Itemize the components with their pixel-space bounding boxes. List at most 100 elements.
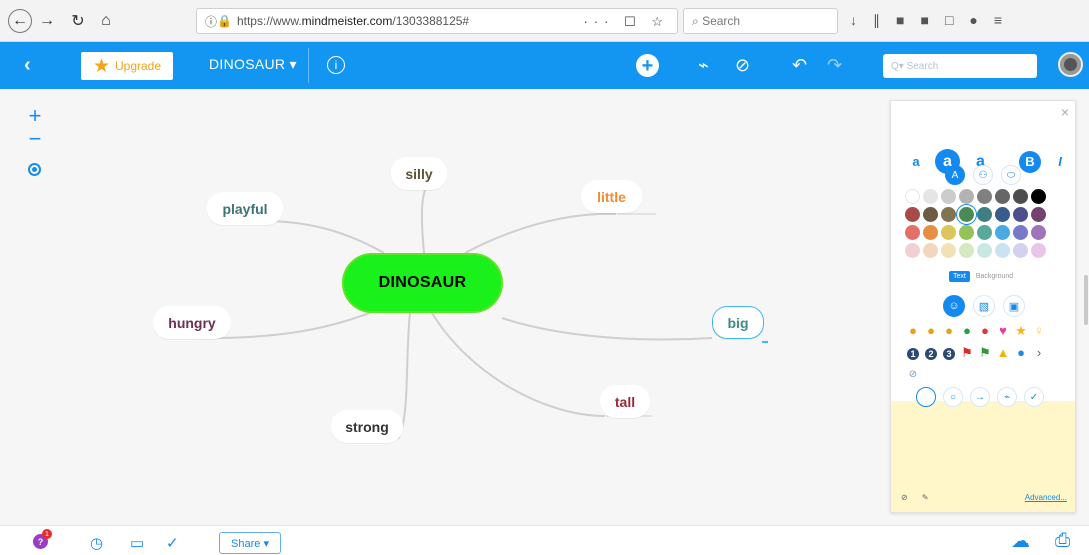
browser-back-icon[interactable]: ← bbox=[8, 9, 32, 33]
color-swatch[interactable] bbox=[1031, 225, 1046, 240]
color-swatch[interactable] bbox=[995, 207, 1010, 222]
history-icon[interactable]: ◷ bbox=[90, 534, 103, 552]
more-icons-icon[interactable]: › bbox=[1032, 344, 1046, 362]
attachment-icon[interactable]: ⌁ bbox=[997, 387, 1017, 407]
color-swatch[interactable] bbox=[905, 207, 920, 222]
color-swatch[interactable] bbox=[941, 225, 956, 240]
clear-format-icons[interactable]: ⊘ ✎ bbox=[901, 493, 935, 502]
mind-node-strong[interactable]: strong bbox=[331, 410, 403, 443]
reload-icon[interactable]: ↻ bbox=[66, 9, 90, 33]
lightbulb-icon[interactable]: ♀ bbox=[1032, 322, 1046, 340]
home-icon[interactable]: ⌂ bbox=[94, 9, 118, 33]
cross-icon[interactable]: ● bbox=[978, 322, 992, 340]
mind-node-big[interactable]: big bbox=[712, 306, 764, 339]
map-title-menu[interactable]: DINOSAUR ▾ bbox=[209, 56, 297, 73]
color-swatch[interactable] bbox=[977, 243, 992, 258]
color-swatch[interactable] bbox=[1013, 207, 1028, 222]
notes-icon[interactable]: ≡ bbox=[916, 387, 936, 407]
color-swatch[interactable] bbox=[923, 243, 938, 258]
mindmap-search-input[interactable]: Q▾ Search bbox=[883, 54, 1037, 78]
undo-icon[interactable]: ↶ bbox=[792, 55, 807, 76]
priority-3-icon[interactable]: 3 bbox=[942, 344, 956, 362]
mind-node-playful[interactable]: playful bbox=[207, 192, 283, 225]
green-flag-icon[interactable]: ⚑ bbox=[978, 344, 992, 362]
color-swatch[interactable] bbox=[1013, 243, 1028, 258]
info-icon[interactable]: ● bbox=[1014, 344, 1028, 362]
color-swatch[interactable] bbox=[1013, 225, 1028, 240]
color-swatch[interactable] bbox=[995, 189, 1010, 204]
color-swatch[interactable] bbox=[977, 189, 992, 204]
mind-node-tall[interactable]: tall bbox=[600, 385, 650, 418]
color-swatch[interactable] bbox=[977, 225, 992, 240]
color-swatch[interactable] bbox=[1013, 189, 1028, 204]
mind-node-hungry[interactable]: hungry bbox=[153, 306, 231, 339]
browser-forward-icon[interactable]: → bbox=[35, 9, 59, 33]
red-flag-icon[interactable]: ⚑ bbox=[960, 344, 974, 362]
color-swatch[interactable] bbox=[923, 225, 938, 240]
italic-button[interactable]: I bbox=[1049, 150, 1071, 173]
color-swatch[interactable] bbox=[959, 207, 974, 222]
remove-icon[interactable]: ⊘ bbox=[735, 55, 750, 76]
color-swatch[interactable] bbox=[941, 207, 956, 222]
presentation-icon[interactable]: ▭ bbox=[130, 534, 144, 552]
image-icon[interactable]: ▧ bbox=[973, 295, 995, 317]
color-swatch[interactable] bbox=[977, 207, 992, 222]
color-swatch[interactable] bbox=[1031, 207, 1046, 222]
address-bar[interactable]: ⓘ 🔒 https://www. mindmeister.com/13033881… bbox=[196, 8, 678, 34]
background-color-tab[interactable]: Background bbox=[976, 273, 1013, 280]
info-icon[interactable]: i bbox=[327, 56, 345, 74]
text-color-tab[interactable]: Text bbox=[949, 271, 970, 282]
text-style-icon[interactable]: A bbox=[945, 165, 965, 185]
node-style-icon[interactable]: ⚇ bbox=[973, 165, 993, 185]
add-node-button[interactable]: + bbox=[636, 54, 659, 77]
cloud-download-icon[interactable]: ☁ bbox=[1011, 530, 1030, 553]
root-node[interactable]: DINOSAUR bbox=[342, 253, 503, 313]
browser-search-input[interactable]: ⌕ Search bbox=[683, 8, 838, 34]
redo-icon[interactable]: ↷ bbox=[827, 55, 842, 76]
sad-face-icon[interactable]: ● bbox=[942, 322, 956, 340]
link-arrow-icon[interactable]: → bbox=[970, 387, 990, 407]
color-swatch[interactable] bbox=[995, 225, 1010, 240]
connect-icon[interactable]: ⌁ bbox=[698, 55, 709, 76]
priority-2-icon[interactable]: 2 bbox=[924, 344, 938, 362]
priority-1-icon[interactable]: 1 bbox=[906, 344, 920, 362]
center-map-icon[interactable] bbox=[28, 163, 41, 176]
tasks-check-icon[interactable]: ✓ bbox=[166, 534, 179, 552]
extension-icon[interactable]: ■ bbox=[920, 12, 928, 29]
happy-face-icon[interactable]: ● bbox=[906, 322, 920, 340]
emoji-icon[interactable]: ☺ bbox=[943, 295, 965, 317]
star-icon[interactable]: ★ bbox=[1014, 322, 1028, 340]
color-swatch[interactable] bbox=[905, 189, 920, 204]
color-swatch[interactable] bbox=[905, 225, 920, 240]
media-icon[interactable]: ▣ bbox=[1003, 295, 1025, 317]
small-text-button[interactable]: a bbox=[905, 150, 927, 173]
mind-node-silly[interactable]: silly bbox=[391, 157, 447, 190]
color-swatch[interactable] bbox=[941, 189, 956, 204]
shape-style-icon[interactable]: ⬭ bbox=[1001, 165, 1021, 185]
extension-icon[interactable]: ■ bbox=[896, 12, 904, 29]
zoom-in-icon[interactable]: + bbox=[29, 104, 42, 127]
scrollbar[interactable] bbox=[1084, 275, 1088, 325]
remove-icon[interactable]: ⊘ bbox=[906, 366, 920, 384]
library-icon[interactable]: ∥ bbox=[873, 12, 880, 29]
printer-icon[interactable]: ⎙ bbox=[1055, 530, 1070, 552]
bold-button[interactable]: B bbox=[1019, 150, 1041, 173]
back-arrow-icon[interactable]: ‹ bbox=[24, 54, 31, 77]
mind-node-little[interactable]: little bbox=[581, 180, 642, 213]
color-swatch[interactable] bbox=[923, 189, 938, 204]
share-button[interactable]: Share ▾ bbox=[219, 532, 281, 554]
user-avatar[interactable] bbox=[1058, 52, 1083, 77]
color-swatch[interactable] bbox=[995, 243, 1010, 258]
site-info-icon[interactable]: ⓘ bbox=[205, 13, 217, 30]
color-swatch[interactable] bbox=[959, 225, 974, 240]
task-icon[interactable]: ✓ bbox=[1024, 387, 1044, 407]
help-button[interactable]: ? 1 bbox=[33, 529, 53, 549]
page-action-icons[interactable]: ··· ☐ ☆ bbox=[583, 14, 669, 30]
warning-icon[interactable]: ▲ bbox=[996, 344, 1010, 362]
color-swatch[interactable] bbox=[959, 189, 974, 204]
zoom-out-icon[interactable]: − bbox=[29, 127, 42, 150]
heart-icon[interactable]: ♥ bbox=[996, 322, 1010, 340]
menu-icon[interactable]: ≡ bbox=[994, 12, 1002, 29]
color-swatch[interactable] bbox=[959, 243, 974, 258]
neutral-face-icon[interactable]: ● bbox=[924, 322, 938, 340]
